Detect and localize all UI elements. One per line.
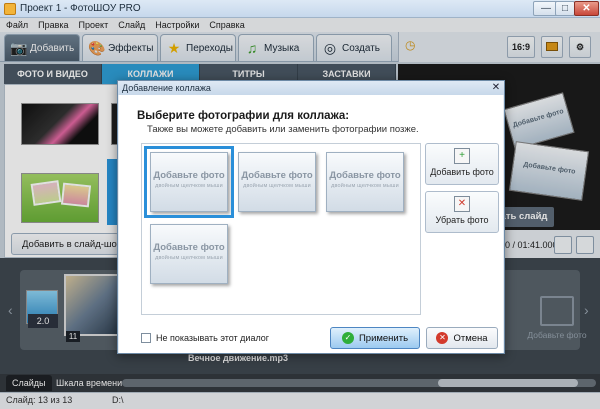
remove-photo-button[interactable]: ✕ Убрать фото	[425, 191, 499, 233]
cancel-x-icon: ✕	[436, 332, 449, 344]
photo-slot[interactable]: Добавьте фото двойным щелчком мыши	[150, 224, 228, 284]
dialog-heading: Выберите фотографии для коллажа:	[137, 110, 350, 122]
remove-image-icon: ✕	[454, 196, 470, 212]
photo-slot-hint: двойным щелчком мыши	[243, 183, 311, 189]
add-image-icon: +	[454, 148, 470, 164]
dont-show-checkbox[interactable]	[141, 333, 151, 343]
dialog-body: Выберите фотографии для коллажа: Также в…	[119, 95, 503, 353]
cancel-button[interactable]: ✕ Отмена	[426, 327, 498, 349]
dialog-close-icon[interactable]: ✕	[489, 82, 503, 94]
remove-photo-label: Убрать фото	[435, 215, 489, 225]
close-button[interactable]: ✕	[574, 1, 599, 16]
checkmark-icon: ✓	[341, 332, 354, 344]
maximize-button[interactable]: □	[555, 1, 575, 16]
photo-slot[interactable]: Добавьте фото двойным щелчком мыши	[144, 146, 234, 218]
photo-slot-title: Добавьте фото	[329, 170, 401, 181]
apply-label: Применить	[358, 332, 409, 344]
title-bar: Проект 1 - ФотоШОУ PRO — □ ✕	[0, 0, 600, 18]
window-title: Проект 1 - ФотоШОУ PRO	[20, 3, 141, 14]
photo-slot-title: Добавьте фото	[153, 170, 225, 181]
photo-slot-title: Добавьте фото	[241, 170, 313, 181]
photo-slot[interactable]: Добавьте фото двойным щелчком мыши	[326, 152, 404, 212]
photo-slot-hint: двойным щелчком мыши	[331, 183, 399, 189]
add-photo-button[interactable]: + Добавить фото	[425, 143, 499, 185]
photo-slot-title: Добавьте фото	[153, 242, 225, 253]
apply-button[interactable]: ✓ Применить	[330, 327, 420, 349]
dialog-title: Добавление коллажа	[118, 81, 504, 95]
collage-photo-slots: Добавьте фото двойным щелчком мыши Добав…	[141, 143, 421, 315]
photo-slot-hint: двойным щелчком мыши	[155, 255, 223, 261]
add-collage-dialog: Добавление коллажа ✕ Выберите фотографии…	[117, 80, 505, 354]
dont-show-row: Не показывать этот диалог	[141, 333, 269, 343]
photo-slot-hint: двойным щелчком мыши	[155, 183, 223, 189]
app-icon	[4, 2, 16, 15]
photo-slot[interactable]: Добавьте фото двойным щелчком мыши	[238, 152, 316, 212]
dont-show-label: Не показывать этот диалог	[156, 333, 270, 343]
dialog-subheading: Также вы можете добавить или заменить фо…	[147, 124, 419, 135]
cancel-label: Отмена	[453, 332, 488, 344]
add-photo-label: Добавить фото	[430, 167, 494, 177]
